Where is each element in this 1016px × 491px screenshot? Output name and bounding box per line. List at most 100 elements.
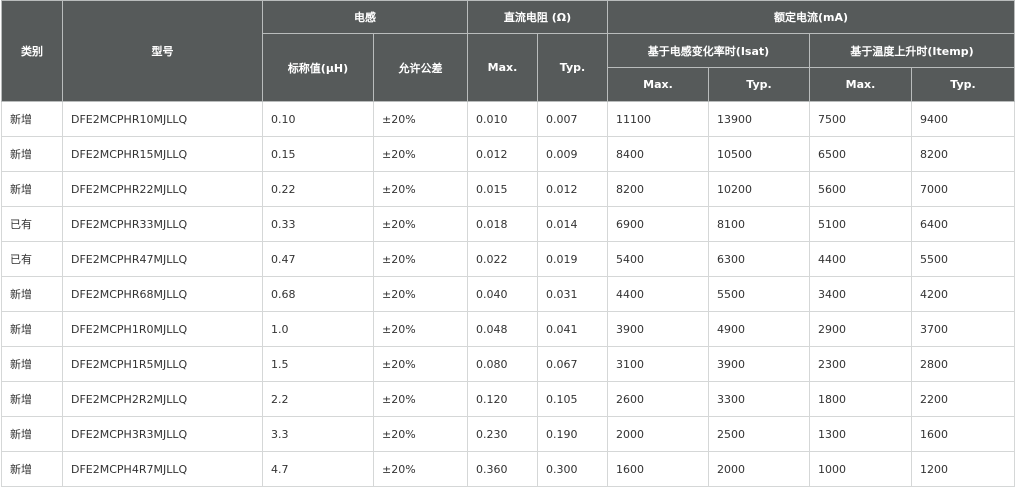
cell-tolerance: ±20% xyxy=(373,241,468,277)
header-dc-resistance: 直流电阻 (Ω) xyxy=(467,0,608,34)
cell-model: DFE2MCPHR22MJLLQ xyxy=(62,171,263,207)
cell-isat-typ: 6300 xyxy=(708,241,810,277)
cell-model: DFE2MCPH1R0MJLLQ xyxy=(62,311,263,347)
table-row: 新增 DFE2MCPHR22MJLLQ 0.22 ±20% 0.015 0.012 8200… xyxy=(1,171,1016,207)
cell-itemp-typ: 7000 xyxy=(910,171,1016,207)
cell-isat-typ: 5500 xyxy=(708,276,810,312)
cell-model: DFE2MCPH4R7MJLLQ xyxy=(62,451,263,487)
cell-isat-max: 3900 xyxy=(607,311,709,347)
cell-inductance: 0.47 xyxy=(262,241,374,277)
cell-itemp-max: 2900 xyxy=(809,311,912,347)
cell-rdc-max: 0.018 xyxy=(467,206,538,242)
header-model: 型号 xyxy=(62,0,263,102)
cell-category: 已有 xyxy=(1,206,63,242)
table-row: 新增 DFE2MCPH3R3MJLLQ 3.3 ±20% 0.230 0.190 2000 2… xyxy=(1,416,1016,452)
cell-itemp-max: 5600 xyxy=(809,171,912,207)
cell-isat-typ: 10200 xyxy=(708,171,810,207)
cell-inductance: 1.0 xyxy=(262,311,374,347)
cell-rdc-max: 0.022 xyxy=(467,241,538,277)
cell-rdc-max: 0.010 xyxy=(467,101,538,137)
cell-itemp-typ: 5500 xyxy=(910,241,1016,277)
cell-model: DFE2MCPHR15MJLLQ xyxy=(62,136,263,172)
cell-model: DFE2MCPH2R2MJLLQ xyxy=(62,381,263,417)
cell-itemp-typ: 4200 xyxy=(910,276,1016,312)
cell-itemp-typ: 1200 xyxy=(910,451,1016,487)
cell-isat-typ: 2000 xyxy=(708,451,810,487)
cell-itemp-typ: 2800 xyxy=(910,346,1016,382)
cell-rdc-typ: 0.012 xyxy=(537,171,608,207)
header-nominal: 标称值(μH) xyxy=(262,33,374,102)
inductor-spec-table: 类别 型号 电感 直流电阻 (Ω) 额定电流(mA) 标称值(μH) 允许公差 … xyxy=(1,0,1016,487)
cell-isat-typ: 8100 xyxy=(708,206,810,242)
header-tolerance: 允许公差 xyxy=(373,33,468,102)
cell-rdc-typ: 0.007 xyxy=(537,101,608,137)
cell-itemp-max: 6500 xyxy=(809,136,912,172)
cell-itemp-max: 1300 xyxy=(809,416,912,452)
cell-inductance: 1.5 xyxy=(262,346,374,382)
cell-tolerance: ±20% xyxy=(373,101,468,137)
cell-category: 新增 xyxy=(1,311,63,347)
cell-category: 新增 xyxy=(1,171,63,207)
header-itemp-max: Max. xyxy=(809,67,912,102)
table-row: 新增 DFE2MCPHR10MJLLQ 0.10 ±20% 0.010 0.007 1110… xyxy=(1,101,1016,137)
table-row: 新增 DFE2MCPH4R7MJLLQ 4.7 ±20% 0.360 0.300 1600 2… xyxy=(1,451,1016,487)
cell-category: 新增 xyxy=(1,416,63,452)
cell-isat-max: 8400 xyxy=(607,136,709,172)
table-row: 新增 DFE2MCPHR15MJLLQ 0.15 ±20% 0.012 0.009 8400… xyxy=(1,136,1016,172)
cell-category: 新增 xyxy=(1,276,63,312)
cell-rdc-typ: 0.019 xyxy=(537,241,608,277)
cell-category: 已有 xyxy=(1,241,63,277)
header-rdc-typ: Typ. xyxy=(537,33,608,102)
cell-rdc-typ: 0.190 xyxy=(537,416,608,452)
cell-isat-typ: 2500 xyxy=(708,416,810,452)
cell-inductance: 2.2 xyxy=(262,381,374,417)
cell-itemp-max: 1000 xyxy=(809,451,912,487)
cell-category: 新增 xyxy=(1,136,63,172)
cell-rdc-max: 0.360 xyxy=(467,451,538,487)
cell-rdc-max: 0.080 xyxy=(467,346,538,382)
cell-inductance: 3.3 xyxy=(262,416,374,452)
table-row: 新增 DFE2MCPH1R5MJLLQ 1.5 ±20% 0.080 0.067 3100 3… xyxy=(1,346,1016,382)
cell-category: 新增 xyxy=(1,346,63,382)
table-row: 已有 DFE2MCPHR33MJLLQ 0.33 ±20% 0.018 0.014 6900… xyxy=(1,206,1016,242)
cell-model: DFE2MCPH1R5MJLLQ xyxy=(62,346,263,382)
cell-itemp-max: 3400 xyxy=(809,276,912,312)
cell-isat-max: 11100 xyxy=(607,101,709,137)
cell-isat-max: 2600 xyxy=(607,381,709,417)
cell-category: 新增 xyxy=(1,451,63,487)
cell-rdc-typ: 0.105 xyxy=(537,381,608,417)
header-itemp-typ: Typ. xyxy=(910,67,1016,102)
header-rdc-max: Max. xyxy=(467,33,538,102)
table-body: 新增 DFE2MCPHR10MJLLQ 0.10 ±20% 0.010 0.007 1110… xyxy=(1,101,1016,487)
cell-category: 新增 xyxy=(1,381,63,417)
cell-model: DFE2MCPHR47MJLLQ xyxy=(62,241,263,277)
cell-itemp-max: 7500 xyxy=(809,101,912,137)
cell-isat-typ: 10500 xyxy=(708,136,810,172)
cell-isat-max: 3100 xyxy=(607,346,709,382)
cell-model: DFE2MCPH3R3MJLLQ xyxy=(62,416,263,452)
cell-rdc-typ: 0.041 xyxy=(537,311,608,347)
cell-rdc-max: 0.012 xyxy=(467,136,538,172)
cell-itemp-max: 4400 xyxy=(809,241,912,277)
cell-tolerance: ±20% xyxy=(373,451,468,487)
cell-inductance: 4.7 xyxy=(262,451,374,487)
cell-rdc-max: 0.015 xyxy=(467,171,538,207)
cell-inductance: 0.15 xyxy=(262,136,374,172)
cell-itemp-typ: 2200 xyxy=(910,381,1016,417)
cell-inductance: 0.33 xyxy=(262,206,374,242)
cell-isat-max: 6900 xyxy=(607,206,709,242)
cell-inductance: 0.22 xyxy=(262,171,374,207)
cell-tolerance: ±20% xyxy=(373,136,468,172)
cell-rdc-max: 0.040 xyxy=(467,276,538,312)
header-isat: 基于电感变化率时(Isat) xyxy=(607,33,810,68)
cell-model: DFE2MCPHR68MJLLQ xyxy=(62,276,263,312)
cell-isat-typ: 4900 xyxy=(708,311,810,347)
header-itemp: 基于温度上升时(Itemp) xyxy=(808,33,1016,68)
cell-tolerance: ±20% xyxy=(373,206,468,242)
cell-rdc-max: 0.230 xyxy=(467,416,538,452)
cell-tolerance: ±20% xyxy=(373,311,468,347)
cell-isat-typ: 3300 xyxy=(708,381,810,417)
cell-rdc-typ: 0.031 xyxy=(537,276,608,312)
table-row: 新增 DFE2MCPH1R0MJLLQ 1.0 ±20% 0.048 0.041 3900 4… xyxy=(1,311,1016,347)
cell-isat-max: 4400 xyxy=(607,276,709,312)
